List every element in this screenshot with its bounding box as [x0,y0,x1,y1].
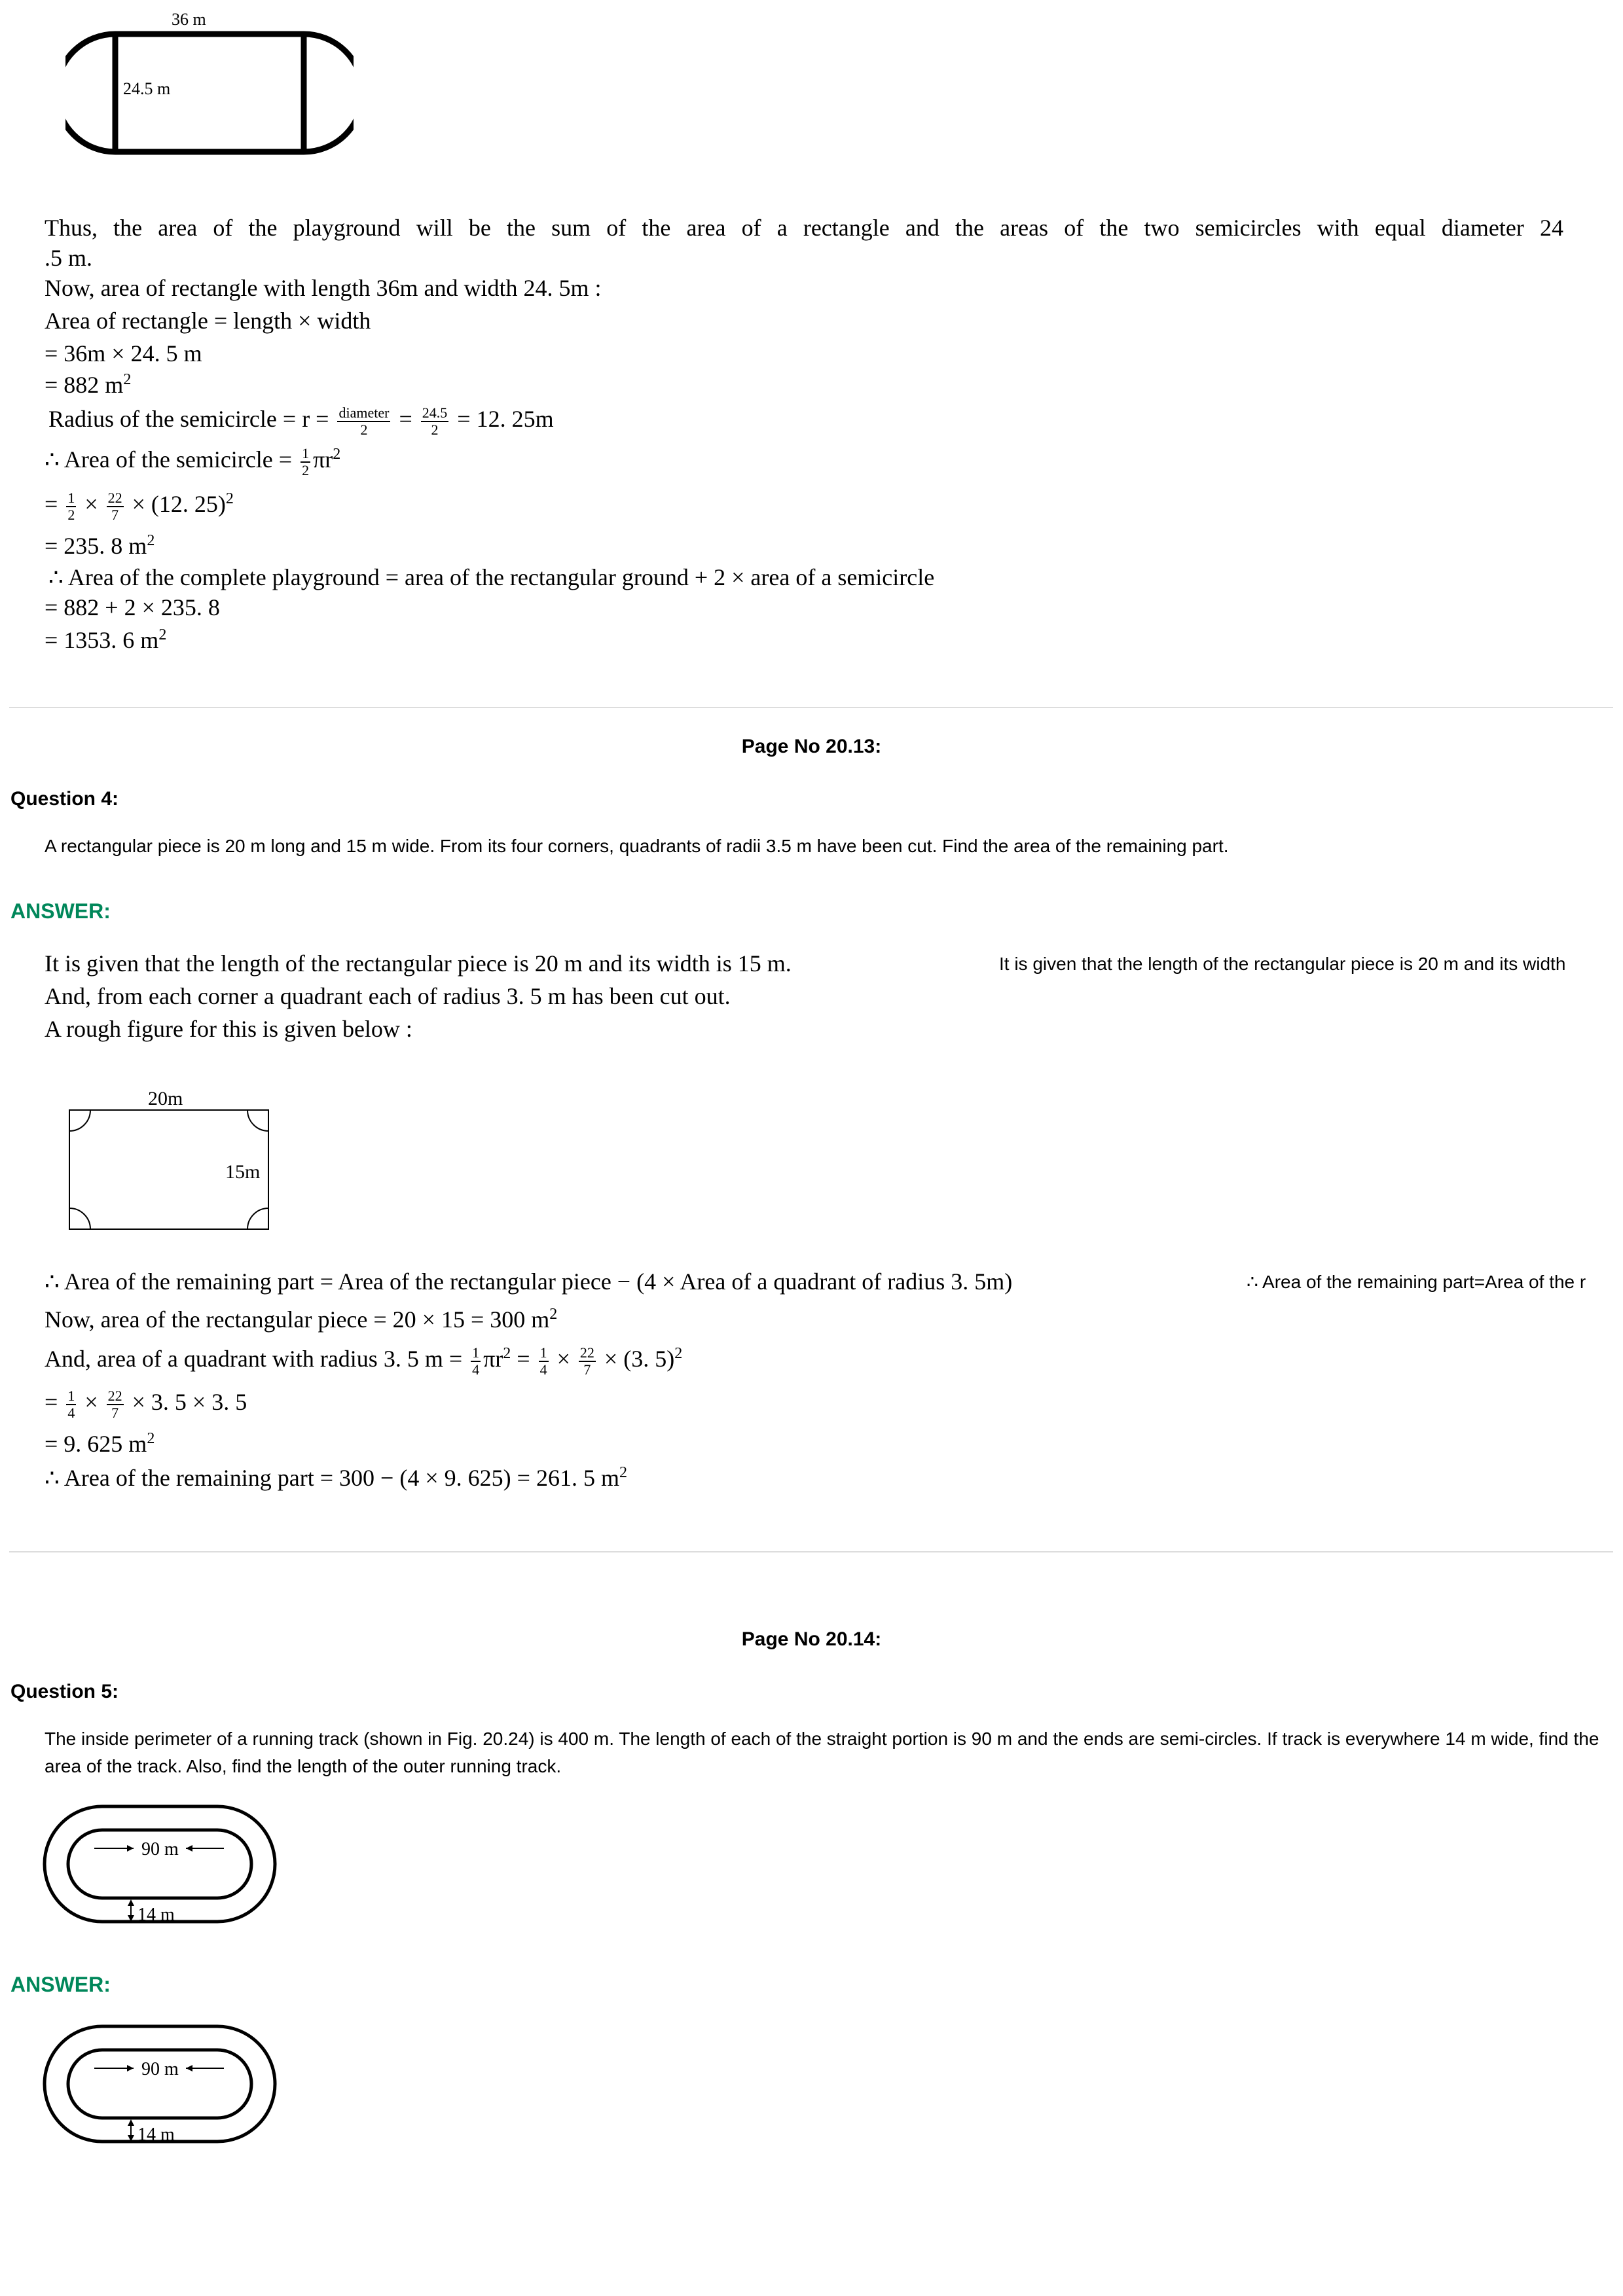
rectangle-width-label: 15m [225,1161,260,1183]
page-number-heading: Page No 20.14: [741,1628,882,1650]
track-straight-label: 90 m [141,1839,179,1859]
solution4-line1: It is given that the length of the recta… [45,950,792,977]
fraction: 24.5 2 [420,404,449,438]
solution4-line3: A rough figure for this is given below : [45,1016,412,1042]
solution4-line6: And, area of a quadrant with radius 3. 5… [45,1344,683,1378]
playground-length-label: 36 m [172,10,206,29]
solution4-line8: = 9. 625 m2 [45,1430,155,1457]
question4-text: A rectangular piece is 20 m long and 15 … [45,836,1229,856]
solution3-line10: = 882 + 2 × 235. 8 [45,594,220,620]
question5-text: The inside perimeter of a running track … [45,1729,1599,1776]
solution3-line2: Area of rectangle = length × width [45,308,371,334]
answer-label: ANSWER: [10,899,111,923]
solution4-line9: ∴ Area of the remaining part = 300 − (4 … [45,1464,627,1491]
rectangle-quadrants-figure: 20m 15m [69,1088,269,1230]
rectangle-length-label: 20m [148,1088,183,1109]
solution3-line4: = 882 m2 [45,371,132,398]
track-width-label: 14 m [137,2125,175,2145]
section-divider [9,1551,1613,1552]
solution3-line7: = 12 × 22 7 × (12. 25)2 [45,489,234,523]
solution4-line4: ∴ Area of the remaining part = Area of t… [45,1268,1013,1295]
page-number-heading: Page No 20.13: [741,736,882,757]
fraction: diameter 2 [337,404,391,438]
playground-width-label: 24.5 m [123,79,170,98]
playground-figure: 36 m 24.5 m [65,10,354,155]
track-straight-label: 90 m [141,2059,179,2079]
solution3-intro: Thus, the area of the playground will be… [45,215,1563,241]
solution4-line5: Now, area of the rectangular piece = 20 … [45,1306,558,1333]
solution3-line3: = 36m × 24. 5 m [45,340,202,367]
solution3-line8: = 235. 8 m2 [45,532,155,559]
solution3-line9: ∴ Area of the complete playground = area… [48,564,935,590]
solution4-sidenote2: ∴ Area of the remaining part=Area of the… [1247,1272,1586,1292]
solution4-line7: = 14 × 22 7 × 3. 5 × 3. 5 [45,1387,247,1421]
solution3-intro-cont: .5 m. [45,245,93,271]
solution4-line2: And, from each corner a quadrant each of… [45,983,731,1009]
question4-heading: Question 4: [10,788,119,810]
solution4-sidenote1: It is given that the length of the recta… [999,954,1566,974]
solution3-line1: Now, area of rectangle with length 36m a… [45,275,602,301]
section-divider [9,707,1613,708]
solution3-line6: ∴ Area of the semicircle = 1 2 πr2 [45,444,341,478]
running-track-figure: 90 m 14 m [43,1804,277,1925]
track-width-label: 14 m [137,1905,175,1925]
solution3-line11: = 1353. 6 m2 [45,626,167,653]
solution3-line5: Radius of the semicircle = r = diameter 2… [48,404,554,438]
answer-label: ANSWER: [10,1973,111,1996]
question5-heading: Question 5: [10,1681,119,1702]
running-track-figure-answer: 90 m 14 m [43,2024,277,2145]
